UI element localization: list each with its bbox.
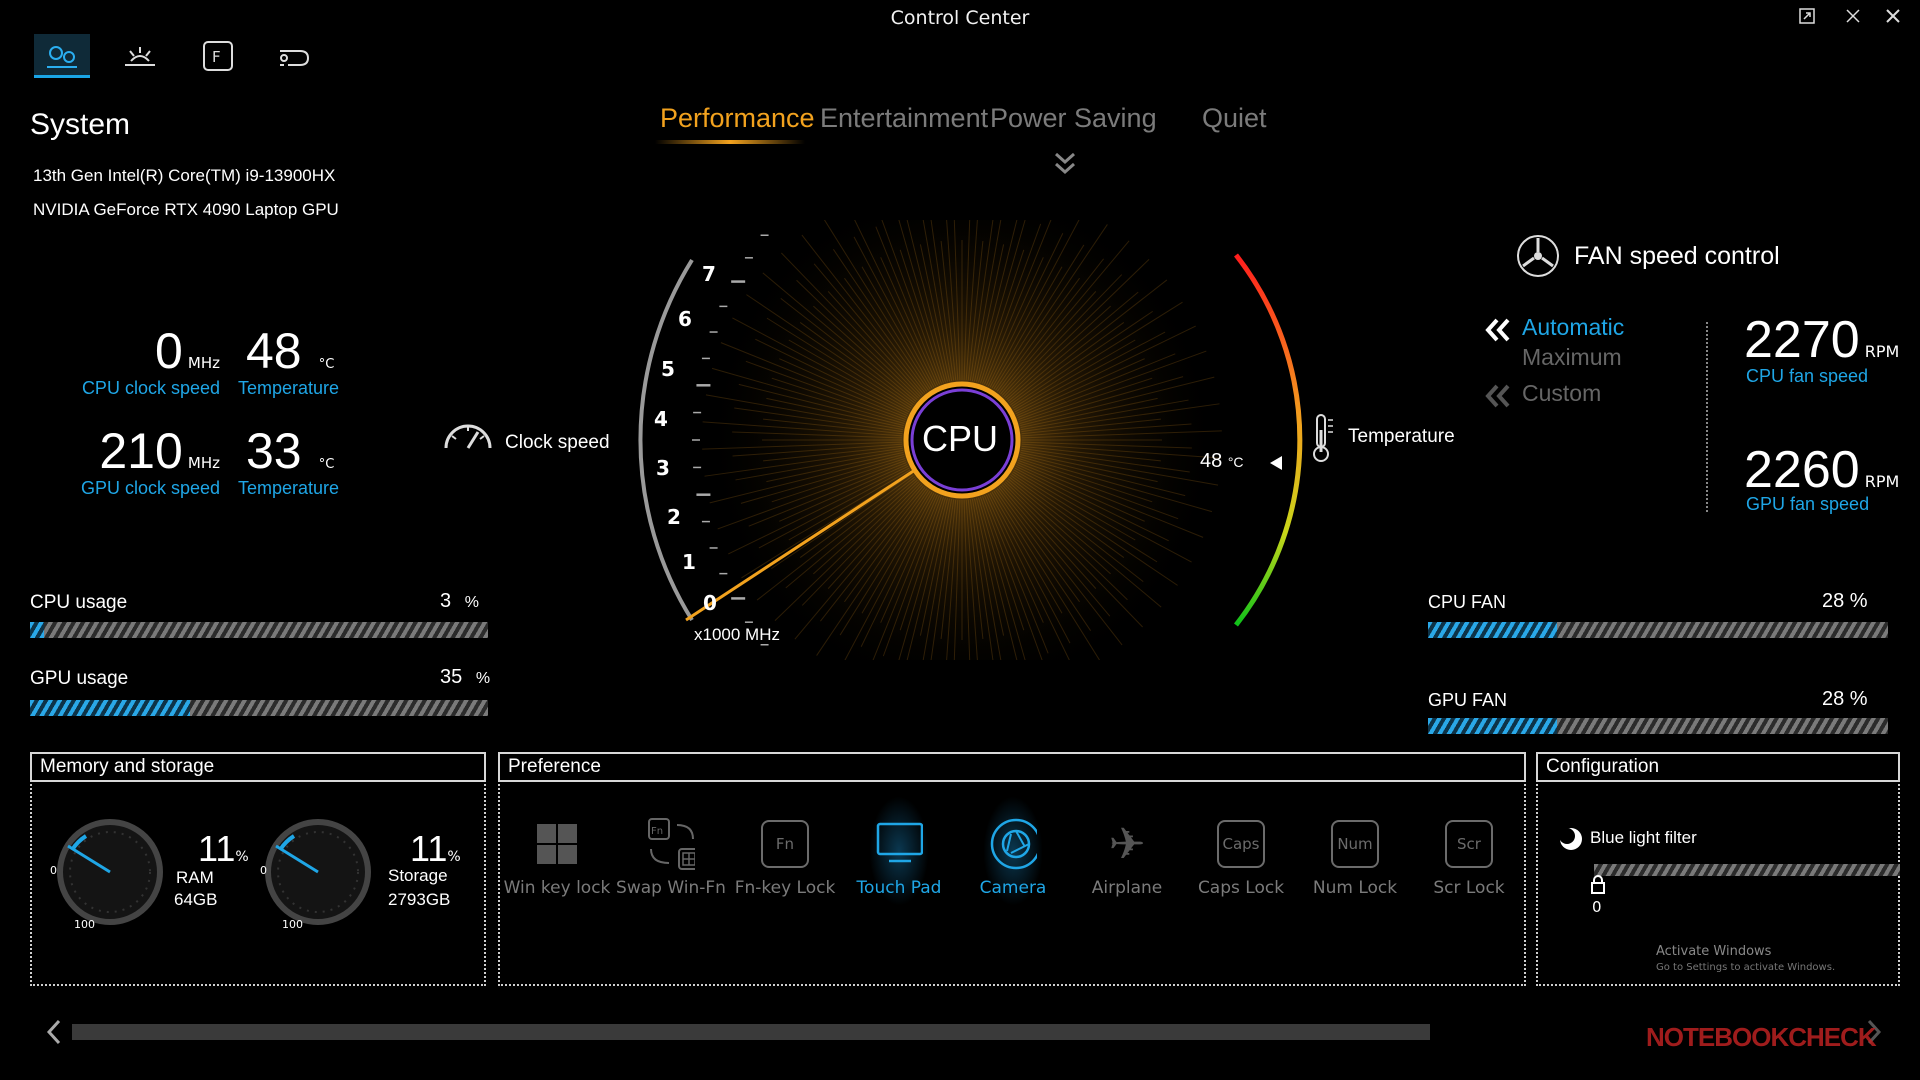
gpu-fan-percent: 28 % xyxy=(1822,688,1868,710)
gpu-fan-bar xyxy=(1428,718,1888,734)
clock-speed-label: Clock speed xyxy=(505,432,610,453)
lock-icon[interactable] xyxy=(1590,874,1606,896)
gauge-temp-value: 48 xyxy=(1200,450,1223,472)
fan-mode-maximum[interactable]: Maximum xyxy=(1522,344,1622,371)
storage-percent-unit: % xyxy=(447,849,461,865)
pref-num-lock[interactable]: Num Num Lock xyxy=(1300,820,1410,898)
pref-num-lock-label: Num Lock xyxy=(1312,878,1398,898)
pref-win-key-lock-label: Win key lock xyxy=(503,878,611,898)
activate-windows-subtitle: Go to Settings to activate Windows. xyxy=(1656,962,1836,973)
notebookcheck-watermark: NOTEBOOKCHECK xyxy=(1646,1022,1877,1052)
gauge-temp-readout: 48 °C xyxy=(1200,450,1244,473)
pref-camera[interactable]: Camera xyxy=(958,796,1068,906)
thermometer-icon xyxy=(1313,414,1333,462)
preference-heading: Preference xyxy=(498,752,1526,782)
ram-percent-unit: % xyxy=(235,849,249,865)
cpu-fan-fill xyxy=(1428,622,1557,638)
automatic-chevrons-icon xyxy=(1485,318,1510,342)
fan-control-heading: FAN speed control xyxy=(1574,242,1780,270)
fn-key-icon: Fn xyxy=(761,820,809,868)
gpu-fan-rpm-readout: 2260 RPM xyxy=(1744,440,1899,500)
configuration-heading: Configuration xyxy=(1536,752,1900,782)
ram-dial xyxy=(57,819,163,925)
memory-storage-heading: Memory and storage xyxy=(30,752,486,782)
speedometer-icon xyxy=(444,424,492,449)
windows-logo-icon xyxy=(533,820,581,868)
storage-percent-value: 11 xyxy=(410,828,448,869)
tick-label-0: 0 xyxy=(703,591,717,615)
touchpad-icon xyxy=(875,820,923,868)
fan-icon xyxy=(1517,235,1559,277)
tick-label-6: 6 xyxy=(678,307,692,331)
pref-fn-key-lock[interactable]: Fn Fn-key Lock xyxy=(730,820,840,898)
ram-label: RAM xyxy=(176,868,214,887)
camera-aperture-icon xyxy=(989,818,1037,870)
pref-caps-lock[interactable]: Caps Caps Lock xyxy=(1186,820,1296,898)
pref-swap-win-fn[interactable]: Fn Swap Win-Fn xyxy=(616,818,726,898)
custom-chevrons-icon xyxy=(1485,384,1510,408)
gpu-fan-rpm-label: GPU fan speed xyxy=(1746,494,1870,514)
fan-mode-automatic[interactable]: Automatic xyxy=(1522,314,1624,341)
scr-key-icon: Scr xyxy=(1445,820,1493,868)
svg-text:Fn: Fn xyxy=(651,826,663,837)
blue-light-slider-track[interactable] xyxy=(1594,864,1900,876)
blue-light-value: 0 xyxy=(1592,898,1602,916)
ram-percent: 11% xyxy=(198,828,249,870)
pref-scr-lock-label: Scr Lock xyxy=(1433,878,1505,898)
pref-camera-label: Camera xyxy=(979,878,1047,898)
cpu-fan-rpm-readout: 2270 RPM xyxy=(1744,310,1899,370)
tick-label-4: 4 xyxy=(654,407,668,431)
gauge-temp-unit: °C xyxy=(1227,454,1244,470)
scroll-left-button[interactable] xyxy=(44,1018,64,1046)
storage-size: 2793GB xyxy=(388,890,451,909)
moon-icon xyxy=(1559,828,1582,850)
storage-label: Storage xyxy=(388,866,448,885)
activate-windows-title: Activate Windows xyxy=(1656,944,1772,959)
tick-label-3: 3 xyxy=(656,456,670,480)
pref-swap-win-fn-label: Swap Win-Fn xyxy=(616,878,726,898)
fan-divider xyxy=(1706,322,1708,512)
gpu-fan-label: GPU FAN xyxy=(1428,690,1508,710)
swap-keys-icon: Fn xyxy=(647,818,695,870)
cpu-fan-rpm-value: 2270 xyxy=(1744,311,1860,369)
clock-scale-unit: x1000 MHz xyxy=(694,625,780,644)
pref-caps-lock-label: Caps Lock xyxy=(1197,878,1285,898)
gpu-fan-fill xyxy=(1428,718,1557,734)
pref-touch-pad-label: Touch Pad xyxy=(856,878,942,898)
airplane-icon: ✈ xyxy=(1108,818,1146,870)
storage-dial-max: 100 xyxy=(282,918,303,931)
fan-mode-custom[interactable]: Custom xyxy=(1522,380,1601,407)
tick-label-5: 5 xyxy=(661,357,675,381)
ram-percent-value: 11 xyxy=(198,828,236,869)
storage-dial-min: 0 xyxy=(260,864,267,877)
gauge-temp-label: Temperature xyxy=(1348,426,1455,447)
pref-scr-lock[interactable]: Scr Scr Lock xyxy=(1414,820,1524,898)
cpu-fan-rpm-unit: RPM xyxy=(1864,342,1900,361)
horizontal-scrollbar[interactable] xyxy=(72,1024,1430,1040)
tick-label-7: 7 xyxy=(702,262,716,286)
gpu-fan-rpm-unit: RPM xyxy=(1864,472,1900,491)
pref-fn-key-lock-label: Fn-key Lock xyxy=(734,878,836,898)
ram-size: 64GB xyxy=(174,890,218,909)
gpu-fan-rpm-value: 2260 xyxy=(1744,441,1860,499)
tick-label-1: 1 xyxy=(682,550,696,574)
storage-percent: 11% xyxy=(410,828,461,870)
cpu-fan-rpm-label: CPU fan speed xyxy=(1746,366,1869,386)
caps-key-icon: Caps xyxy=(1217,820,1265,868)
num-key-icon: Num xyxy=(1331,820,1379,868)
cpu-fan-percent: 28 % xyxy=(1822,590,1868,612)
tick-label-2: 2 xyxy=(667,505,681,529)
pref-touch-pad[interactable]: Touch Pad xyxy=(844,796,954,906)
cpu-fan-label: CPU FAN xyxy=(1428,592,1507,612)
pref-airplane[interactable]: ✈ Airplane xyxy=(1072,818,1182,899)
blue-light-filter-label: Blue light filter xyxy=(1590,828,1697,847)
cpu-fan-bar xyxy=(1428,622,1888,638)
pref-win-key-lock[interactable]: Win key lock xyxy=(502,820,612,898)
storage-dial xyxy=(265,819,371,925)
ram-dial-max: 100 xyxy=(74,918,95,931)
ram-dial-min: 0 xyxy=(50,864,57,877)
pref-airplane-label: Airplane xyxy=(1091,878,1163,898)
